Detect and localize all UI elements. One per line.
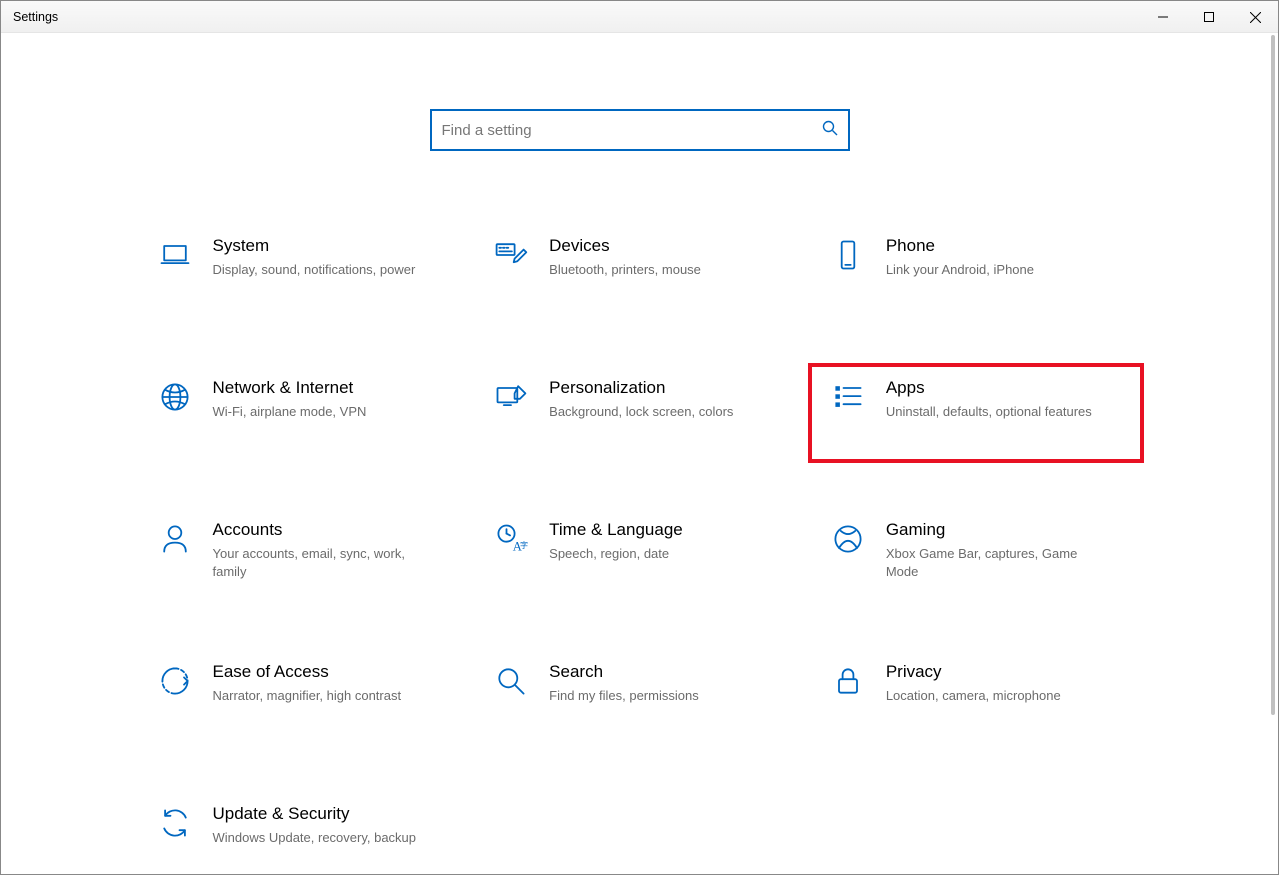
tile-text: Privacy Location, camera, microphone xyxy=(886,661,1061,705)
phone-icon xyxy=(828,235,868,275)
clock-a-icon: A字 xyxy=(491,519,531,559)
window-title: Settings xyxy=(13,10,58,24)
tile-title: Accounts xyxy=(213,519,423,541)
tile-text: Ease of Access Narrator, magnifier, high … xyxy=(213,661,402,705)
tile-desc: Speech, region, date xyxy=(549,545,683,563)
maximize-button[interactable] xyxy=(1186,1,1232,33)
tile-desc: Link your Android, iPhone xyxy=(886,261,1034,279)
svg-text:字: 字 xyxy=(520,540,528,550)
tile-phone[interactable]: Phone Link your Android, iPhone xyxy=(808,221,1145,321)
tile-title: Search xyxy=(549,661,699,683)
sync-arrows-icon xyxy=(155,803,195,843)
tile-title: Time & Language xyxy=(549,519,683,541)
tile-desc: Location, camera, microphone xyxy=(886,687,1061,705)
tile-desc: Wi-Fi, airplane mode, VPN xyxy=(213,403,367,421)
tile-apps[interactable]: Apps Uninstall, defaults, optional featur… xyxy=(808,363,1145,463)
search-icon xyxy=(822,120,838,141)
person-icon xyxy=(155,519,195,559)
tile-text: Apps Uninstall, defaults, optional featur… xyxy=(886,377,1092,421)
tile-text: Search Find my files, permissions xyxy=(549,661,699,705)
tile-text: Update & Security Windows Update, recover… xyxy=(213,803,417,847)
tile-update-security[interactable]: Update & Security Windows Update, recover… xyxy=(135,789,472,874)
tile-accounts[interactable]: Accounts Your accounts, email, sync, work… xyxy=(135,505,472,605)
settings-grid: System Display, sound, notifications, pow… xyxy=(135,221,1145,874)
tile-text: System Display, sound, notifications, pow… xyxy=(213,235,416,279)
search-icon xyxy=(491,661,531,701)
tile-title: Update & Security xyxy=(213,803,417,825)
minimize-button[interactable] xyxy=(1140,1,1186,33)
tile-network[interactable]: Network & Internet Wi-Fi, airplane mode, … xyxy=(135,363,472,463)
tile-title: Ease of Access xyxy=(213,661,402,683)
tile-text: Accounts Your accounts, email, sync, work… xyxy=(213,519,423,580)
monitor-brush-icon xyxy=(491,377,531,417)
tile-title: Personalization xyxy=(549,377,733,399)
tile-desc: Uninstall, defaults, optional features xyxy=(886,403,1092,421)
tile-text: Devices Bluetooth, printers, mouse xyxy=(549,235,701,279)
tile-title: Phone xyxy=(886,235,1034,257)
tile-text: Phone Link your Android, iPhone xyxy=(886,235,1034,279)
tile-title: Gaming xyxy=(886,519,1096,541)
tile-desc: Xbox Game Bar, captures, Game Mode xyxy=(886,545,1096,580)
tile-desc: Display, sound, notifications, power xyxy=(213,261,416,279)
tile-title: Devices xyxy=(549,235,701,257)
xbox-icon xyxy=(828,519,868,559)
search-box[interactable] xyxy=(430,109,850,151)
laptop-icon xyxy=(155,235,195,275)
tile-devices[interactable]: Devices Bluetooth, printers, mouse xyxy=(471,221,808,321)
tile-desc: Bluetooth, printers, mouse xyxy=(549,261,701,279)
list-icon xyxy=(828,377,868,417)
tile-desc: Your accounts, email, sync, work, family xyxy=(213,545,423,580)
lock-icon xyxy=(828,661,868,701)
close-button[interactable] xyxy=(1232,1,1278,33)
tile-desc: Narrator, magnifier, high contrast xyxy=(213,687,402,705)
scrollbar-thumb[interactable] xyxy=(1271,35,1275,715)
tile-system[interactable]: System Display, sound, notifications, pow… xyxy=(135,221,472,321)
tile-title: Apps xyxy=(886,377,1092,399)
tile-personalization[interactable]: Personalization Background, lock screen, … xyxy=(471,363,808,463)
search-input[interactable] xyxy=(442,120,822,141)
titlebar: Settings xyxy=(1,1,1278,33)
tile-time-language[interactable]: A字 Time & Language Speech, region, date xyxy=(471,505,808,605)
tile-title: Network & Internet xyxy=(213,377,367,399)
window-controls xyxy=(1140,1,1278,33)
ease-icon xyxy=(155,661,195,701)
tile-ease-of-access[interactable]: Ease of Access Narrator, magnifier, high … xyxy=(135,647,472,747)
tile-title: Privacy xyxy=(886,661,1061,683)
tile-text: Time & Language Speech, region, date xyxy=(549,519,683,563)
scrollbar[interactable] xyxy=(1270,35,1276,873)
tile-text: Network & Internet Wi-Fi, airplane mode, … xyxy=(213,377,367,421)
tile-desc: Find my files, permissions xyxy=(549,687,699,705)
tile-text: Gaming Xbox Game Bar, captures, Game Mode xyxy=(886,519,1096,580)
tile-privacy[interactable]: Privacy Location, camera, microphone xyxy=(808,647,1145,747)
hero-section xyxy=(1,33,1278,151)
tile-desc: Windows Update, recovery, backup xyxy=(213,829,417,847)
content-area: System Display, sound, notifications, pow… xyxy=(1,33,1278,874)
globe-icon xyxy=(155,377,195,417)
tile-desc: Background, lock screen, colors xyxy=(549,403,733,421)
tile-search[interactable]: Search Find my files, permissions xyxy=(471,647,808,747)
keyboard-pen-icon xyxy=(491,235,531,275)
tile-title: System xyxy=(213,235,416,257)
tile-text: Personalization Background, lock screen, … xyxy=(549,377,733,421)
tile-gaming[interactable]: Gaming Xbox Game Bar, captures, Game Mode xyxy=(808,505,1145,605)
